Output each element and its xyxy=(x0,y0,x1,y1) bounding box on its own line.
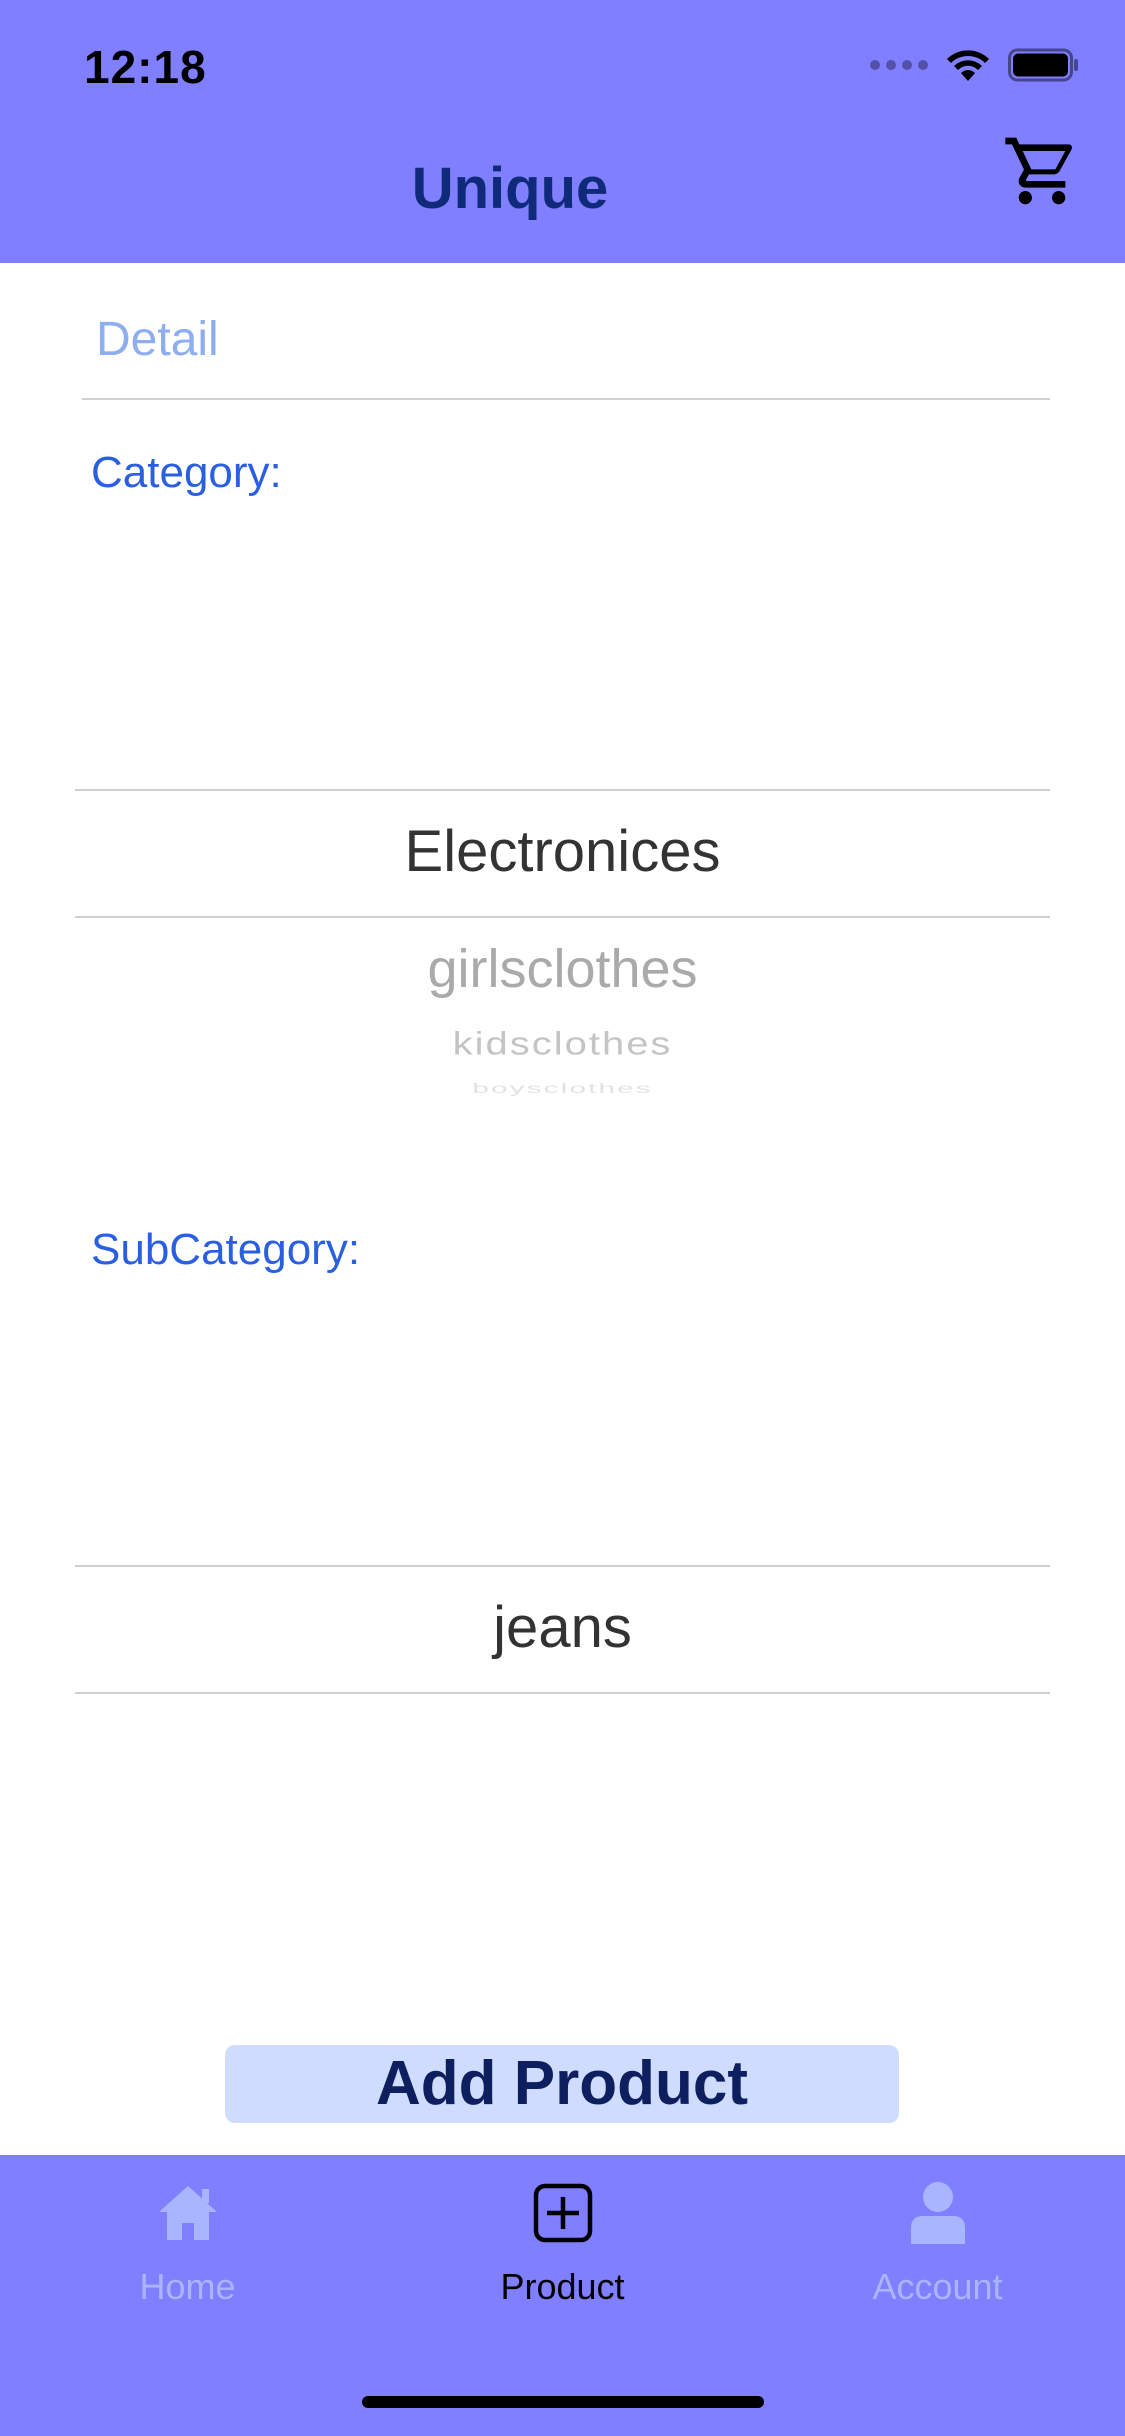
subcategory-picker[interactable]: jeans xyxy=(75,1556,1050,1696)
page-title: Unique xyxy=(411,156,609,221)
cellular-signal-icon xyxy=(870,60,928,70)
home-indicator[interactable] xyxy=(362,2396,764,2408)
tab-product[interactable]: Product xyxy=(375,2180,750,2308)
status-time: 12:18 xyxy=(84,41,207,93)
detail-input[interactable] xyxy=(82,280,1050,400)
picker-divider xyxy=(75,789,1050,791)
user-icon xyxy=(905,2180,971,2246)
add-product-button[interactable]: Add Product xyxy=(225,2045,899,2123)
cart-icon xyxy=(1005,137,1073,205)
status-indicators xyxy=(870,48,1080,82)
tab-account-label: Account xyxy=(872,2266,1003,2307)
tab-home-label: Home xyxy=(139,2266,236,2307)
tab-bar: Home Product Account xyxy=(0,2155,1125,2436)
tab-product-label: Product xyxy=(500,2266,625,2307)
subcategory-option-selected[interactable]: jeans xyxy=(75,1594,1050,1661)
home-icon xyxy=(155,2180,221,2246)
battery-icon xyxy=(1008,48,1078,82)
tab-account[interactable]: Account xyxy=(750,2180,1125,2308)
category-option[interactable]: kidsclothes xyxy=(75,1027,1050,1063)
tab-home[interactable]: Home xyxy=(0,2180,375,2308)
category-option[interactable]: boysclothes xyxy=(75,1081,1050,1096)
category-picker[interactable]: Electronices girlsclothes kidsclothes bo… xyxy=(75,780,1050,1140)
cart-button[interactable] xyxy=(999,128,1085,214)
picker-divider xyxy=(75,1692,1050,1694)
category-option[interactable]: girlsclothes xyxy=(75,938,1050,1000)
category-option-selected[interactable]: Electronices xyxy=(75,818,1050,885)
category-label: Category: xyxy=(91,448,282,497)
plus-square-icon xyxy=(530,2180,596,2246)
picker-divider xyxy=(75,916,1050,918)
picker-divider xyxy=(75,1565,1050,1567)
subcategory-label: SubCategory: xyxy=(91,1225,361,1274)
wifi-icon xyxy=(947,50,989,81)
app-header: 12:18 Unique xyxy=(0,0,1125,263)
